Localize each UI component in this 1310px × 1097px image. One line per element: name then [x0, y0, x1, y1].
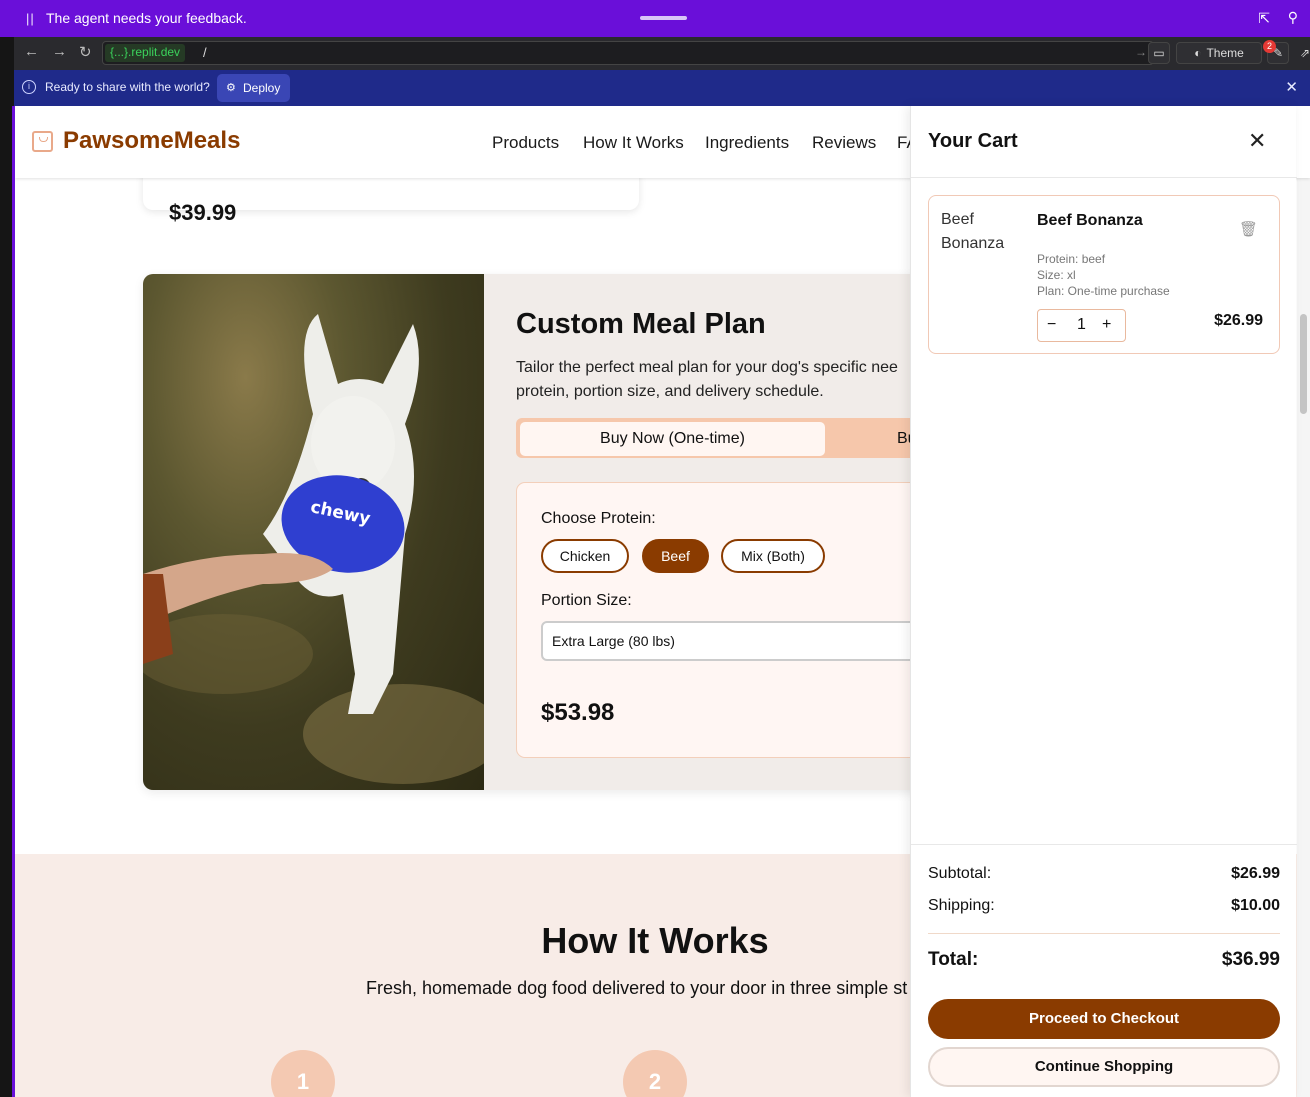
subtotal-value: $26.99: [1231, 865, 1280, 882]
protein-label: Choose Protein:: [541, 510, 656, 527]
subtotal-row: Subtotal: $26.99: [928, 865, 1280, 883]
protein-chicken-button[interactable]: Chicken: [541, 539, 629, 573]
item-size: Size: xl: [1037, 268, 1076, 282]
portion-label: Portion Size:: [541, 592, 632, 609]
item-name: Beef Bonanza: [1037, 212, 1143, 229]
continue-shopping-button[interactable]: Continue Shopping: [928, 1047, 1280, 1087]
plan-title: Custom Meal Plan: [516, 308, 766, 340]
total-label: Total:: [928, 949, 979, 970]
item-plan: Plan: One-time purchase: [1037, 284, 1170, 298]
quantity-stepper: − 1 +: [1037, 309, 1126, 342]
minus-icon[interactable]: −: [1047, 316, 1056, 334]
deploy-label: Deploy: [243, 81, 281, 95]
close-icon[interactable]: ✕: [1248, 128, 1266, 154]
shipping-value: $10.00: [1231, 897, 1280, 914]
reload-icon[interactable]: ↻: [79, 43, 92, 61]
plan-description: Tailor the perfect meal plan for your do…: [516, 359, 898, 400]
item-price: $26.99: [1214, 312, 1263, 329]
notification-badge: 2: [1263, 40, 1276, 53]
agent-feedback-bar: || The agent needs your feedback. ⇱ ⚲: [0, 0, 1310, 37]
shipping-label: Shipping:: [928, 897, 995, 914]
dog-photo: chewy: [143, 274, 503, 790]
url-host: {...}.replit.dev: [105, 44, 186, 62]
protein-beef-button[interactable]: Beef: [642, 539, 709, 573]
nav-reviews[interactable]: Reviews: [812, 133, 876, 153]
product-image: Beef Bonanza: [941, 211, 1005, 252]
shopping-bag-icon: [32, 131, 53, 152]
browser-toolbar: ← → ↻ {...}.replit.dev / → ▭ ◐ Theme ✎ 2…: [14, 37, 1310, 70]
pin-icon[interactable]: ⚲: [1288, 9, 1298, 26]
cart-title: Your Cart: [928, 130, 1018, 152]
plus-icon[interactable]: +: [1102, 316, 1111, 334]
scrollbar-thumb[interactable]: [1300, 314, 1307, 414]
devices-icon[interactable]: ▭: [1148, 42, 1170, 64]
forward-icon[interactable]: →: [52, 43, 67, 60]
item-protein: Protein: beef: [1037, 252, 1106, 266]
nav-ingredients[interactable]: Ingredients: [705, 133, 789, 153]
tab-buy-now[interactable]: Buy Now (One-time): [520, 422, 825, 456]
step-number: 2: [623, 1050, 687, 1097]
nav-products[interactable]: Products: [492, 133, 559, 153]
window-frame: [0, 37, 15, 1097]
subtotal-label: Subtotal:: [928, 865, 992, 882]
cart-summary: Subtotal: $26.99 Shipping: $10.00 Total:…: [911, 844, 1297, 1097]
deploy-banner: i Ready to share with the world? ⚙ Deplo…: [14, 70, 1310, 106]
address-bar[interactable]: {...}.replit.dev / →: [102, 41, 1154, 65]
trash-icon[interactable]: 🗑: [1239, 220, 1258, 238]
info-icon: i: [22, 80, 36, 94]
palette-icon: ◐: [1194, 46, 1202, 60]
deploy-button[interactable]: ⚙ Deploy: [217, 74, 291, 102]
total-value: $36.99: [1221, 949, 1280, 970]
drag-handle[interactable]: [640, 16, 687, 20]
agent-message: The agent needs your feedback.: [46, 10, 247, 26]
brand-logo[interactable]: PawsomeMeals: [63, 127, 240, 155]
section-subtitle: Fresh, homemade dog food delivered to yo…: [366, 978, 908, 998]
back-icon[interactable]: ←: [24, 43, 39, 60]
protein-mix-button[interactable]: Mix (Both): [721, 539, 825, 573]
rocket-icon: ⚙: [226, 82, 236, 94]
plan-price: $53.98: [541, 699, 615, 726]
close-icon[interactable]: ✕: [1285, 78, 1298, 96]
scrollbar[interactable]: [1297, 106, 1310, 1097]
deploy-prompt: Ready to share with the world?: [45, 80, 210, 94]
cart-header: Your Cart ✕: [911, 106, 1297, 178]
popout-icon[interactable]: ⇱: [1258, 10, 1270, 27]
pause-icon[interactable]: ||: [26, 11, 35, 26]
product-price: $39.99: [169, 200, 237, 225]
theme-label: Theme: [1206, 46, 1244, 60]
divider: [928, 933, 1280, 934]
nav-how-it-works[interactable]: How It Works: [583, 133, 684, 153]
cart-item: Beef Bonanza Beef Bonanza 🗑 Protein: bee…: [928, 195, 1280, 354]
go-icon[interactable]: →: [1135, 45, 1147, 59]
quantity-value: 1: [1077, 316, 1086, 333]
step-number: 1: [271, 1050, 335, 1097]
shipping-row: Shipping: $10.00: [928, 897, 1280, 915]
cart-drawer: Your Cart ✕ Beef Bonanza Beef Bonanza 🗑 …: [910, 106, 1297, 1097]
theme-button[interactable]: ◐ Theme: [1176, 42, 1262, 64]
checkout-button[interactable]: Proceed to Checkout: [928, 999, 1280, 1039]
dog-illustration: chewy: [143, 314, 503, 784]
total-row: Total: $36.99: [928, 949, 1280, 971]
url-path: /: [203, 45, 207, 60]
open-external-icon[interactable]: ⇗: [1294, 42, 1310, 64]
